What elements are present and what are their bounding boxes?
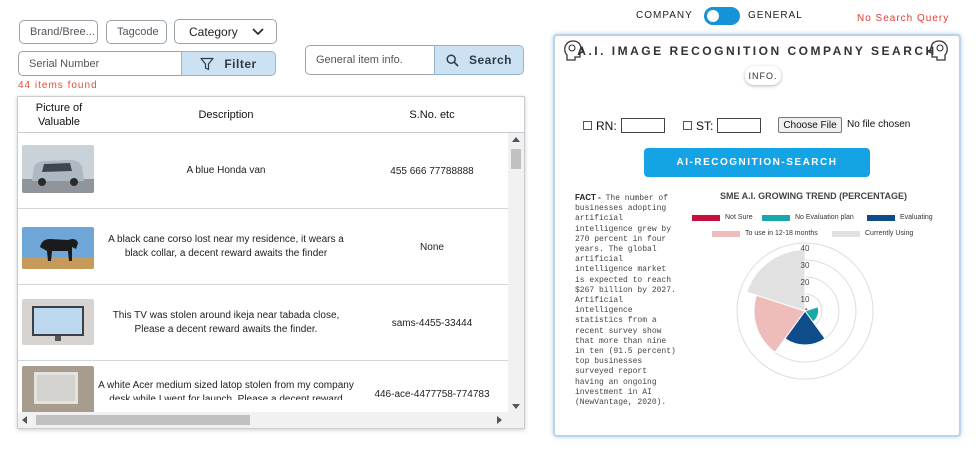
row-description: This TV was stolen around ikeja near tab… <box>112 310 340 335</box>
row-description: A white Acer medium sized latop stolen f… <box>98 380 354 400</box>
st-input[interactable] <box>717 118 762 133</box>
choose-file-button[interactable]: Choose File <box>778 117 842 133</box>
column-header-sno: S.No. etc <box>409 109 455 121</box>
rn-input[interactable] <box>620 118 665 133</box>
funnel-icon <box>200 57 214 70</box>
items-found-count: 44 items found <box>18 80 98 91</box>
laptop-photo <box>22 366 94 414</box>
column-header-picture: Picture of Valuable <box>35 102 83 128</box>
scroll-up-arrow[interactable] <box>512 137 520 142</box>
table-header: Picture of Valuable Description S.No. et… <box>18 97 524 133</box>
search-label: Search <box>468 53 513 67</box>
vertical-scrollbar[interactable] <box>508 133 524 413</box>
legend-swatch <box>832 230 860 237</box>
fact-text-block: FACT - The number of businesses adopting… <box>575 193 679 408</box>
scroll-thumb[interactable] <box>511 149 521 169</box>
scroll-left-arrow[interactable] <box>22 416 27 424</box>
row-sno: sams-4455-33444 <box>391 317 473 329</box>
horizontal-scrollbar[interactable] <box>18 412 524 428</box>
row-sno: None <box>420 241 444 253</box>
polar-area-chart: 10 20 30 40 <box>736 242 874 380</box>
table-row[interactable]: A blue Honda van 455 666 77788888 <box>18 133 508 209</box>
category-label: Category <box>189 24 238 39</box>
radial-tick-label: 40 <box>801 244 810 253</box>
info-button[interactable]: INFO. <box>745 66 781 85</box>
honda-van-photo <box>22 145 94 193</box>
company-mode-label: COMPANY <box>636 10 693 21</box>
scroll-right-arrow[interactable] <box>497 416 502 424</box>
filter-label: Filter <box>224 56 257 71</box>
rn-label: RN: <box>596 118 617 133</box>
ai-recognition-panel: A.I. IMAGE RECOGNITION COMPANY SEARCH IN… <box>553 34 961 437</box>
brand-input[interactable]: Brand/Bree... <box>19 20 98 44</box>
row-description: A black cane corso lost near my residenc… <box>108 234 344 259</box>
no-file-chosen-text: No file chosen <box>847 119 911 130</box>
panel-title: A.I. IMAGE RECOGNITION COMPANY SEARCH <box>577 44 937 58</box>
legend-label: Currently Using <box>865 230 914 237</box>
st-label: ST: <box>696 118 714 133</box>
legend-swatch <box>867 214 895 221</box>
radial-tick-label: 20 <box>801 278 810 287</box>
tv-photo <box>22 299 94 345</box>
brand-placeholder: Brand/Bree... <box>30 26 95 38</box>
chevron-down-icon <box>252 27 264 35</box>
radial-tick-label: 10 <box>801 295 810 304</box>
ai-recognition-search-button[interactable]: AI-RECOGNITION-SEARCH <box>644 148 870 177</box>
serial-number-input[interactable]: Serial Number <box>18 51 188 76</box>
legend-swatch <box>712 230 740 237</box>
legend-swatch <box>762 214 790 221</box>
tagcode-placeholder: Tagcode <box>117 26 159 38</box>
no-search-query-status: No Search Query <box>857 13 950 24</box>
legend-item[interactable]: Not Sure <box>692 214 753 221</box>
st-checkbox[interactable] <box>683 121 692 130</box>
legend-item[interactable]: To use in 12-18 months <box>712 230 818 237</box>
general-mode-label: GENERAL <box>748 10 803 21</box>
fact-text: The number of businesses adopting artifi… <box>575 194 676 408</box>
filter-button[interactable]: Filter <box>181 51 276 76</box>
scroll-down-arrow[interactable] <box>512 404 520 409</box>
tagcode-input[interactable]: Tagcode <box>106 20 167 44</box>
legend-swatch <box>692 214 720 221</box>
legend-item[interactable]: Evaluating <box>867 214 933 221</box>
general-info-placeholder: General item info. <box>316 54 403 66</box>
table-row[interactable]: This TV was stolen around ikeja near tab… <box>18 285 508 361</box>
chart-title: SME A.I. GROWING TREND (PERCENTAGE) <box>720 191 908 201</box>
search-button[interactable]: Search <box>434 45 524 75</box>
column-header-description: Description <box>198 109 254 121</box>
rn-checkbox[interactable] <box>583 121 592 130</box>
legend-label: Evaluating <box>900 214 933 221</box>
legend-label: To use in 12-18 months <box>745 230 818 237</box>
legend-label: No Evaluation plan <box>795 214 854 221</box>
legend-item[interactable]: Currently Using <box>832 230 913 237</box>
general-info-input[interactable]: General item info. <box>305 45 440 75</box>
serial-placeholder: Serial Number <box>29 57 100 70</box>
category-select[interactable]: Category <box>174 19 277 44</box>
st-option: ST: <box>683 118 762 133</box>
search-icon <box>446 53 459 67</box>
fact-label: FACT - <box>575 193 601 202</box>
row-description: A blue Honda van <box>186 165 266 176</box>
legend-label: Not Sure <box>725 214 753 221</box>
scroll-thumb[interactable] <box>36 415 250 425</box>
results-table: Picture of Valuable Description S.No. et… <box>17 96 525 429</box>
legend-item[interactable]: No Evaluation plan <box>762 214 854 221</box>
table-row[interactable]: A black cane corso lost near my residenc… <box>18 209 508 285</box>
toggle-knob <box>707 10 719 22</box>
rn-option: RN: <box>583 118 665 133</box>
radial-tick-label: 30 <box>801 261 810 270</box>
row-sno: 455 666 77788888 <box>390 165 474 177</box>
cane-corso-dog-photo <box>22 227 94 269</box>
mode-toggle[interactable] <box>704 7 740 25</box>
